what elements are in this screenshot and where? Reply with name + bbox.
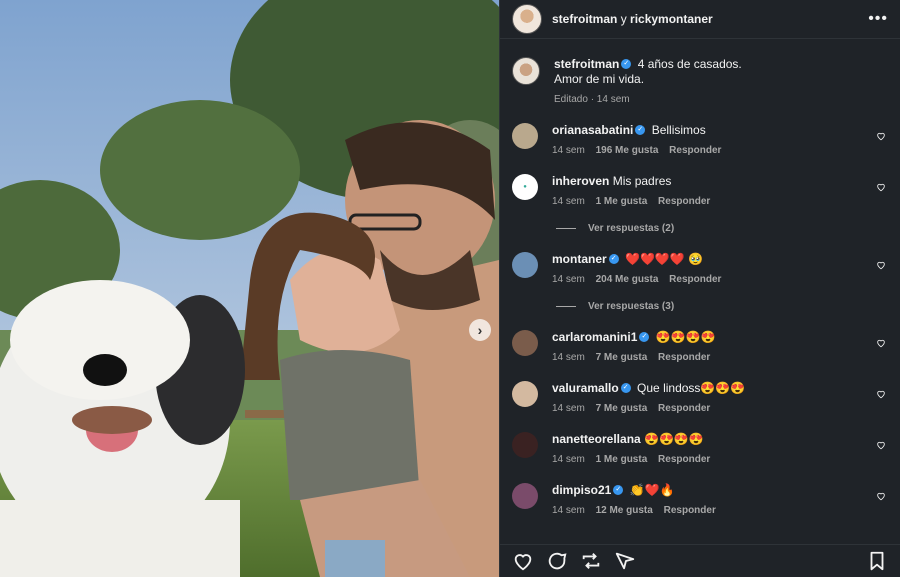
comment-likes[interactable]: 1 Me gusta xyxy=(596,196,648,207)
repost-icon[interactable] xyxy=(580,550,602,572)
comment-item: montaner ✓ ❤️❤️❤️❤️ 🥹 14 sem 204 Me gusta… xyxy=(512,252,888,285)
comment-time: 14 sem xyxy=(552,403,585,414)
commenter-avatar[interactable] xyxy=(512,330,538,356)
verified-badge-icon: ✓ xyxy=(635,124,646,135)
comment-icon[interactable] xyxy=(546,550,568,572)
comment-likes[interactable]: 196 Me gusta xyxy=(596,145,659,156)
reply-button[interactable]: Responder xyxy=(658,403,710,414)
comment-item: ● inheroven Mis padres 14 sem 1 Me gusta… xyxy=(512,174,888,207)
comment-time: 14 sem xyxy=(552,505,585,516)
caption-line1: 4 años de casados. xyxy=(637,57,742,71)
post-owners[interactable]: stefroitman y rickymontaner xyxy=(552,12,713,26)
commenter-username[interactable]: dimpiso21 xyxy=(552,483,611,497)
comment-text: Bellisimos xyxy=(651,123,706,137)
view-replies-label[interactable]: Ver respuestas (2) xyxy=(588,223,674,234)
comment-text: Que lindoss😍😍😍 xyxy=(637,381,746,395)
owner-username-secondary[interactable]: rickymontaner xyxy=(630,12,713,26)
commenter-avatar[interactable] xyxy=(512,123,538,149)
comment-text: ❤️❤️❤️❤️ 🥹 xyxy=(625,252,704,266)
view-replies-button[interactable]: Ver respuestas (2) xyxy=(556,223,888,234)
more-options-icon[interactable]: ••• xyxy=(868,10,888,28)
commenter-avatar[interactable]: ● xyxy=(512,174,538,200)
commenter-avatar[interactable] xyxy=(512,252,538,278)
verified-badge-icon: ✓ xyxy=(639,331,650,342)
replies-divider xyxy=(556,228,576,229)
reply-button[interactable]: Responder xyxy=(669,145,721,156)
verified-badge-icon: ✓ xyxy=(621,58,632,69)
view-replies-label[interactable]: Ver respuestas (3) xyxy=(588,301,674,312)
action-bar xyxy=(500,544,900,577)
comment-text: 😍😍😍😍 xyxy=(644,432,704,446)
commenter-avatar[interactable] xyxy=(512,483,538,509)
comment-likes[interactable]: 7 Me gusta xyxy=(596,403,648,414)
heart-icon[interactable] xyxy=(512,550,534,572)
view-replies-button[interactable]: Ver respuestas (3) xyxy=(556,301,888,312)
heart-icon[interactable] xyxy=(876,182,886,192)
verified-badge-icon: ✓ xyxy=(620,382,631,393)
comment-likes[interactable]: 1 Me gusta xyxy=(596,454,648,465)
comment-item: nanetteorellana 😍😍😍😍 14 sem 1 Me gusta R… xyxy=(512,432,888,465)
couple-with-dog-photo xyxy=(0,0,499,577)
commenter-avatar[interactable] xyxy=(512,432,538,458)
comment-time: 14 sem xyxy=(552,352,585,363)
commenter-username[interactable]: carlaromanini1 xyxy=(552,330,637,344)
heart-icon[interactable] xyxy=(876,440,886,450)
bookmark-icon[interactable] xyxy=(866,550,888,572)
owners-joiner: y xyxy=(620,12,627,26)
reply-button[interactable]: Responder xyxy=(664,505,716,516)
comment-text: 👏❤️🔥 xyxy=(629,483,675,497)
reply-button[interactable]: Responder xyxy=(658,454,710,465)
owner-username-primary[interactable]: stefroitman xyxy=(552,12,617,26)
comment-text: 😍😍😍😍 xyxy=(655,330,716,344)
post-header: stefroitman y rickymontaner ••• xyxy=(500,0,900,39)
comment-likes[interactable]: 204 Me gusta xyxy=(596,274,659,285)
chevron-right-icon: › xyxy=(477,322,483,338)
owner-avatar[interactable] xyxy=(512,4,542,34)
caption-line2: Amor de mi vida. xyxy=(554,72,645,86)
commenter-username[interactable]: nanetteorellana xyxy=(552,432,641,446)
comment-item: valuramallo ✓ Que lindoss😍😍😍 14 sem 7 Me … xyxy=(512,381,888,414)
commenter-username[interactable]: inheroven xyxy=(552,174,609,188)
post-photo[interactable]: › xyxy=(0,0,499,577)
carousel-next-button[interactable]: › xyxy=(469,319,491,341)
verified-badge-icon: ✓ xyxy=(613,484,624,495)
reply-button[interactable]: Responder xyxy=(658,196,710,207)
comment-item: carlaromanini1 ✓ 😍😍😍😍 14 sem 7 Me gusta R… xyxy=(512,330,888,363)
caption-username[interactable]: stefroitman xyxy=(554,57,619,71)
verified-badge-icon: ✓ xyxy=(608,253,619,264)
comment-likes[interactable]: 12 Me gusta xyxy=(596,505,653,516)
heart-icon[interactable] xyxy=(876,260,886,270)
heart-icon[interactable] xyxy=(876,389,886,399)
commenter-username[interactable]: orianasabatini xyxy=(552,123,633,137)
replies-divider xyxy=(556,306,576,307)
comment-time: 14 sem xyxy=(552,145,585,156)
heart-icon[interactable] xyxy=(876,491,886,501)
commenter-avatar[interactable] xyxy=(512,381,538,407)
post-details-panel: stefroitman y rickymontaner ••• stefroit… xyxy=(499,0,900,577)
comment-item: orianasabatini ✓ Bellisimos 14 sem 196 Me… xyxy=(512,123,888,156)
comment-time: 14 sem xyxy=(552,454,585,465)
reply-button[interactable]: Responder xyxy=(669,274,721,285)
comment-likes[interactable]: 7 Me gusta xyxy=(596,352,648,363)
reply-button[interactable]: Responder xyxy=(658,352,710,363)
comment-time: 14 sem xyxy=(552,274,585,285)
heart-icon[interactable] xyxy=(876,338,886,348)
comment-text: Mis padres xyxy=(612,174,672,188)
heart-icon[interactable] xyxy=(876,131,886,141)
share-icon[interactable] xyxy=(614,550,636,572)
commenter-username[interactable]: valuramallo xyxy=(552,381,619,395)
comment-time: 14 sem xyxy=(552,196,585,207)
comment-item: dimpiso21 ✓ 👏❤️🔥 14 sem 12 Me gusta Respo… xyxy=(512,483,888,516)
caption-meta: Editado · 14 sem xyxy=(554,94,630,105)
commenter-username[interactable]: montaner xyxy=(552,252,607,266)
comments-list: stefroitman ✓ 4 años de casados. Amor de … xyxy=(500,39,900,516)
caption-avatar[interactable] xyxy=(512,57,540,85)
caption: stefroitman ✓ 4 años de casados. Amor de … xyxy=(512,57,888,105)
